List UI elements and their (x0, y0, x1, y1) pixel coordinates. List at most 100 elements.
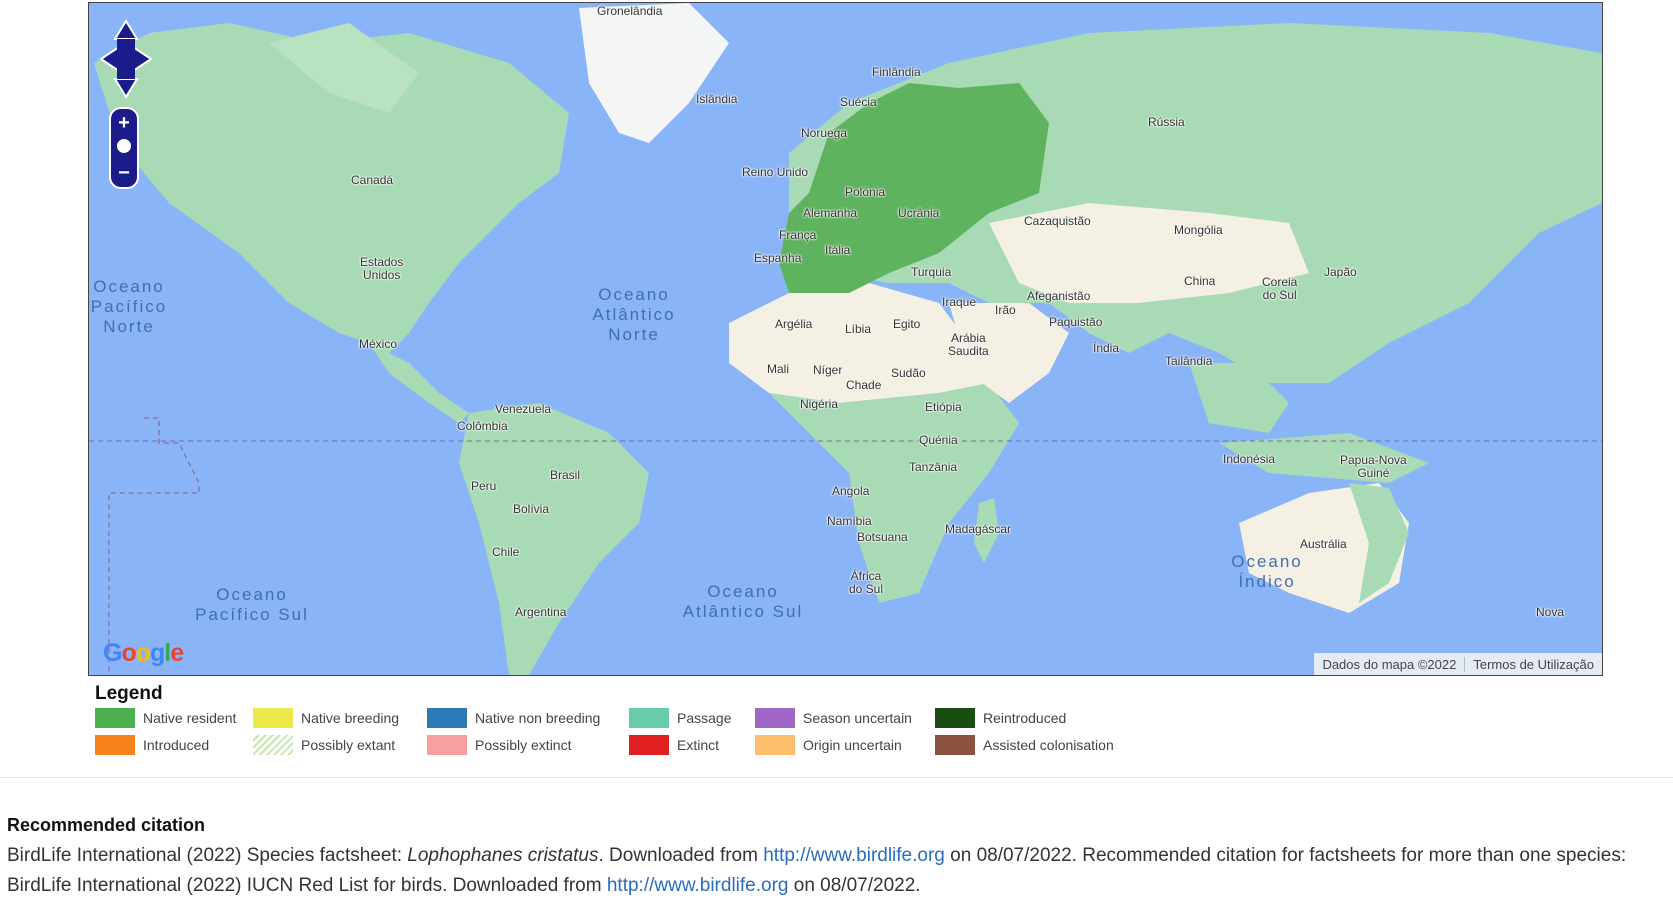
map-label-japan: Japão (1324, 265, 1357, 279)
map-label-north-atlantic: Oceano Atlântico Norte (592, 285, 676, 344)
zoom-out-button[interactable]: − (111, 161, 137, 185)
map-label-canada: Canadá (351, 173, 394, 187)
legend-item: Possibly extinct (427, 734, 571, 756)
legend-swatch (629, 708, 669, 728)
map-label-italy: Itália (825, 243, 851, 257)
map-label-china: China (1184, 274, 1216, 288)
citation-part2: . Downloaded from (598, 845, 764, 866)
map-label-libya: Líbia (845, 322, 872, 336)
legend-swatch (253, 708, 293, 728)
birdlife-link[interactable]: http://www.birdlife.org (763, 845, 945, 866)
map-label-iran: Irão (995, 303, 1016, 317)
legend-title: Legend (95, 683, 163, 704)
legend-label: Assisted colonisation (983, 737, 1114, 753)
map-label-usa-line2: Unidos (363, 268, 401, 282)
map-label-botswana: Botsuana (857, 530, 908, 544)
map-label-south-africa-line2: do Sul (849, 582, 884, 596)
legend-item: Assisted colonisation (935, 734, 1114, 756)
map-label-ethiopia: Etiópia (925, 400, 962, 414)
citation-title: Recommended citation (7, 815, 206, 835)
map-attribution: Dados do mapa ©2022 Termos de Utilização (1314, 653, 1602, 675)
map-label-usa: Estados Unidos (360, 256, 403, 282)
birdlife-link-2[interactable]: http://www.birdlife.org (607, 875, 789, 896)
legend-item: Native breeding (253, 707, 399, 729)
map-label-angola: Angola (832, 484, 870, 498)
legend-item: Origin uncertain (755, 734, 902, 756)
legend-item: Extinct (629, 734, 719, 756)
map-label-venezuela: Venezuela (495, 402, 552, 416)
map-label-mongolia: Mongólia (1174, 223, 1223, 237)
map-label-russia: Rússia (1148, 115, 1185, 129)
map-label-thailand: Tailândia (1165, 354, 1213, 368)
map-label-nigeria: Nigéria (800, 397, 839, 411)
map-label-finland: Finlândia (872, 65, 921, 79)
map-label-sudan: Sudão (891, 366, 926, 380)
legend-label: Season uncertain (803, 710, 912, 726)
pan-control[interactable] (99, 19, 153, 99)
map-label-spain: Espanha (754, 251, 802, 265)
map-label-mali: Mali (767, 362, 790, 376)
globe-icon[interactable] (115, 137, 133, 155)
legend-item: Native resident (95, 707, 236, 729)
map-label-png-line2: Guiné (1357, 466, 1390, 480)
map-label-south-africa: África do Sul (849, 570, 883, 596)
map-label-afghanistan: Afeganistão (1027, 289, 1091, 303)
zoom-in-button[interactable]: + (111, 111, 137, 135)
map-label-indian-ocean: Oceano Índico (1231, 552, 1303, 591)
pan-left-icon[interactable] (99, 45, 120, 73)
map-label-kenya: Quénia (919, 433, 958, 447)
legend-label: Native non breeding (475, 710, 601, 726)
map-label-germany: Alemanha (803, 206, 858, 220)
map-label-saudi-arabia: Arábia Saudita (948, 332, 989, 358)
map-label-india: Índia (1093, 341, 1120, 355)
legend-swatch (629, 735, 669, 755)
legend-swatch (427, 735, 467, 755)
legend-swatch (95, 735, 135, 755)
legend-item: Season uncertain (755, 707, 912, 729)
map-label-tanzania: Tanzânia (909, 460, 958, 474)
map-label-indonesia: Indonésia (1223, 452, 1276, 466)
map-label-madagascar: Madagáscar (945, 522, 1012, 536)
legend-item: Possibly extant (253, 734, 395, 756)
citation-part4: on 08/07/2022. (788, 875, 921, 896)
legend-swatch (935, 708, 975, 728)
zoom-control: + − (109, 107, 139, 189)
map-label-mexico: México (359, 337, 398, 351)
map-label-saudi-line2: Saudita (948, 344, 989, 358)
pan-down-icon[interactable] (113, 78, 139, 99)
map-label-chile: Chile (492, 545, 520, 559)
pan-right-icon[interactable] (132, 45, 153, 73)
legend-label: Extinct (677, 737, 720, 753)
terms-of-use-link[interactable]: Termos de Utilização (1464, 656, 1602, 672)
map-label-north-pacific: Oceano Pacífico Norte (90, 277, 168, 336)
map-label-ukraine: Ucrânia (898, 206, 940, 220)
map-label-australia: Austrália (1300, 537, 1347, 551)
map-data-credit[interactable]: Dados do mapa ©2022 (1314, 657, 1464, 672)
google-logo: Google (103, 639, 184, 667)
citation-text: BirdLife International (2022) Species fa… (7, 841, 1673, 901)
pan-up-icon[interactable] (113, 19, 139, 40)
map-label-brazil: Brasil (550, 468, 581, 482)
map-label-bolivia: Bolívia (513, 502, 550, 516)
map-label-france: França (779, 228, 817, 242)
legend-swatch (755, 708, 795, 728)
map-label-iceland: Islândia (696, 92, 738, 106)
citation-part1: BirdLife International (2022) Species fa… (7, 845, 408, 866)
map-label-namibia: Namíbia (827, 514, 872, 528)
map-label-peru: Peru (471, 479, 497, 493)
legend-label: Origin uncertain (803, 737, 902, 753)
map-label-poland: Polónia (845, 185, 886, 199)
map-label-turkey: Turquia (911, 265, 952, 279)
map-label-south-korea: Coreia do Sul (1262, 276, 1297, 302)
map-label-kazakhstan: Cazaquistão (1024, 214, 1091, 228)
legend-label: Possibly extinct (475, 737, 572, 753)
legend-item: Passage (629, 707, 731, 729)
map-label-pakistan: Paquistão (1049, 315, 1103, 329)
map-label-south-pacific: Oceano Pacífico Sul (195, 585, 309, 624)
map-label-colombia: Colômbia (457, 419, 508, 433)
map-label-south-korea-line2: do Sul (1262, 288, 1297, 302)
range-map[interactable]: Gronelândia Islândia Finlândia Suécia No… (88, 2, 1603, 676)
map-label-new-zealand: Nova (1536, 605, 1565, 619)
legend-swatch (427, 708, 467, 728)
legend-item: Native non breeding (427, 707, 600, 729)
